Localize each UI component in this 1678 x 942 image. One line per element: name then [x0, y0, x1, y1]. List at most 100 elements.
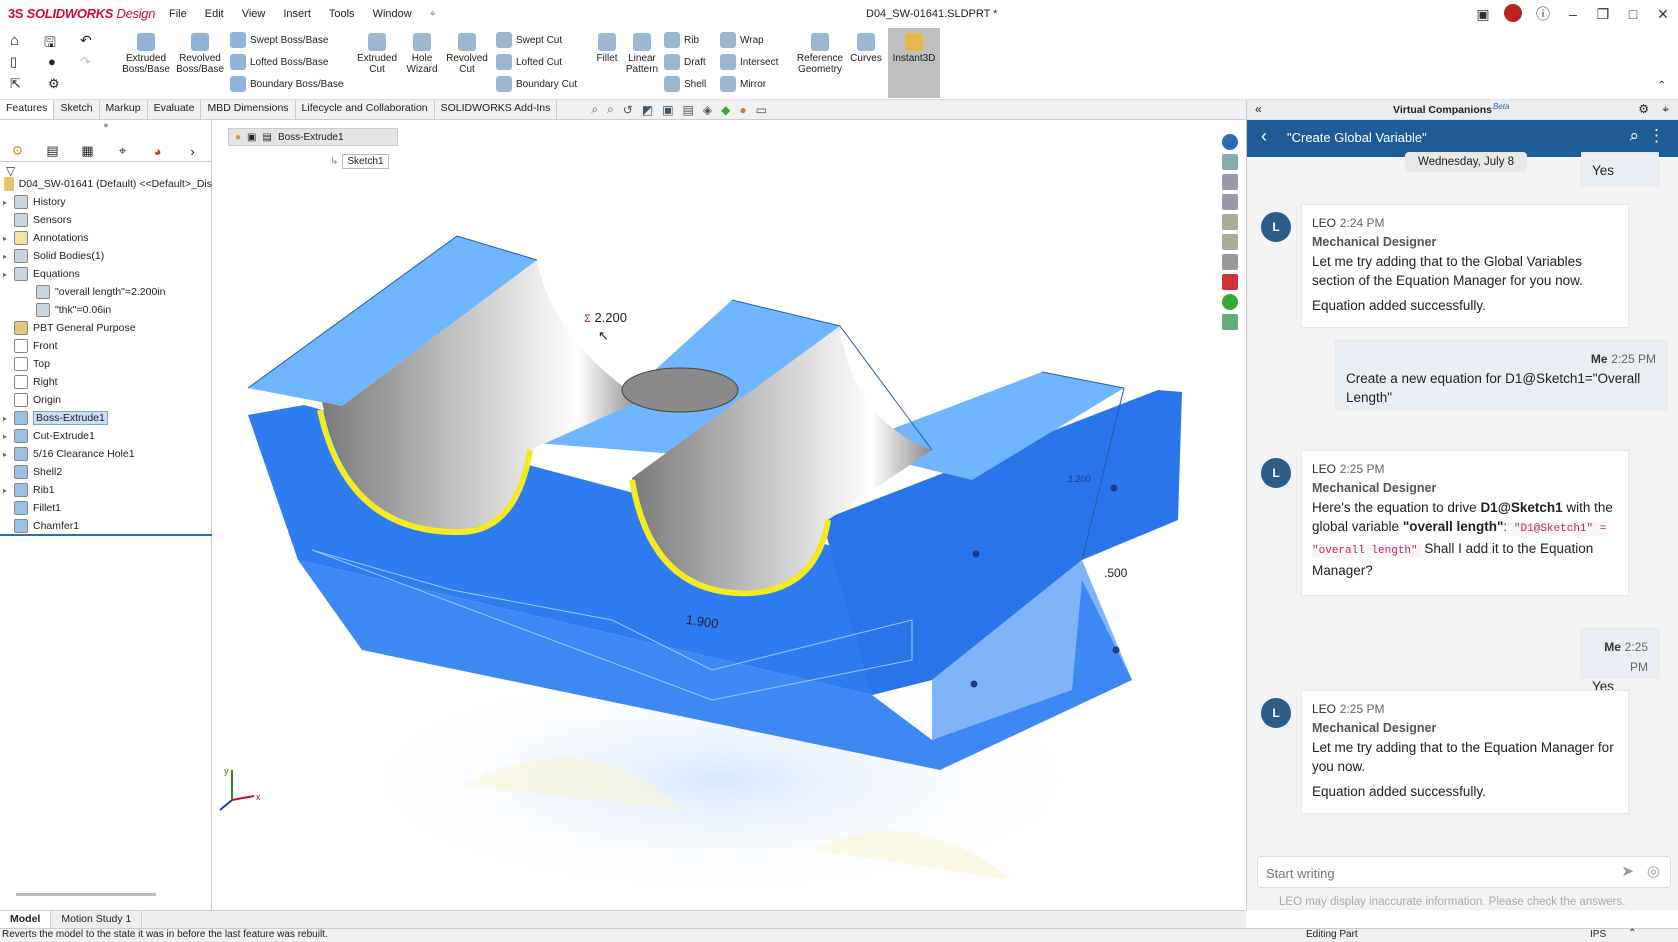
appearance-scene-icon[interactable] — [1222, 294, 1238, 310]
tree-item[interactable]: Shell2 — [0, 463, 212, 481]
rollback-bar[interactable] — [0, 534, 212, 536]
menu-tools[interactable]: Tools — [320, 8, 364, 21]
tree-item[interactable]: ▸ Cut-Extrude1 — [0, 427, 212, 445]
tab-addins[interactable]: SOLIDWORKS Add-Ins — [435, 100, 558, 119]
tab-motion-study[interactable]: Motion Study 1 — [51, 911, 143, 928]
fillet-button[interactable]: Fillet — [592, 33, 622, 64]
user-avatar[interactable] — [1498, 3, 1528, 25]
boundary-cut-button[interactable]: Boundary Cut — [496, 76, 577, 92]
language-globe-icon[interactable]: ◎ — [1647, 862, 1660, 880]
revolved-cut-button[interactable]: Revolved Cut — [442, 33, 492, 75]
tab-mbd-dimensions[interactable]: MBD Dimensions — [201, 100, 296, 119]
panel-pin-icon[interactable]: ⌖ — [1662, 102, 1669, 117]
collapse-panel-icon[interactable]: « — [1255, 102, 1262, 116]
expand-arrow-icon[interactable]: ▸ — [0, 432, 10, 441]
apply-scene-icon[interactable]: ● — [739, 103, 746, 117]
units-chevron-icon[interactable]: ⌃ — [1628, 928, 1636, 939]
back-arrow-icon[interactable]: ‹ — [1261, 126, 1267, 147]
view-settings-icon[interactable]: ▭ — [756, 103, 767, 117]
menu-view[interactable]: View — [233, 8, 275, 21]
expand-arrow-icon[interactable]: ▸ — [0, 252, 10, 261]
part-model-render[interactable] — [212, 120, 1246, 910]
curves-button[interactable]: Curves — [846, 33, 886, 64]
dimension-handle[interactable] — [1110, 484, 1118, 492]
expand-arrow-icon[interactable]: ▸ — [0, 270, 10, 279]
traffic-light-icon[interactable]: ● — [48, 54, 56, 69]
view-palette-icon[interactable] — [1222, 194, 1238, 210]
tree-item[interactable]: ▸ History — [0, 193, 212, 211]
graphics-area[interactable]: ● ▣ ▤ Boss-Extrude1 ↳ Sketch1 ▤ ▥ – ❐ ✕ — [212, 120, 1246, 910]
draft-button[interactable]: Draft — [664, 54, 706, 70]
tree-item[interactable]: Sensors — [0, 211, 212, 229]
expand-arrow-icon[interactable]: ▸ — [0, 198, 10, 207]
send-icon[interactable]: ➤ — [1621, 862, 1634, 880]
zoom-to-fit-icon[interactable]: ⌕ — [591, 102, 598, 117]
feature-manager-tab-icon[interactable]: ⚙ — [0, 140, 35, 162]
view-orientation-icon[interactable]: ▣ — [662, 103, 673, 117]
pin-icon[interactable]: ⌖ — [421, 8, 445, 21]
tree-item[interactable]: ▸ Equations — [0, 265, 212, 283]
extruded-boss-button[interactable]: Extruded Boss/Base — [118, 33, 174, 75]
options-gear-icon[interactable]: ⚙ — [48, 76, 60, 92]
horizontal-scrollbar[interactable] — [16, 893, 156, 896]
expand-arrow-icon[interactable]: › — [175, 140, 210, 162]
tab-model[interactable]: Model — [0, 911, 52, 928]
tab-evaluate[interactable]: Evaluate — [148, 100, 202, 119]
section-view-icon[interactable]: ◩ — [642, 103, 653, 117]
extruded-cut-button[interactable]: Extruded Cut — [352, 33, 402, 75]
expand-arrow-icon[interactable]: ▸ — [0, 486, 10, 495]
zoom-area-icon[interactable]: ⌕ — [607, 102, 614, 117]
tree-item[interactable]: Chamfer1 — [0, 517, 212, 535]
lofted-cut-button[interactable]: Lofted Cut — [496, 54, 562, 70]
tree-root-part[interactable]: D04_SW-01641 (Default) <<Default>_Dis — [0, 175, 212, 193]
minimize-icon[interactable]: – — [1558, 6, 1588, 22]
revolved-boss-button[interactable]: Revolved Boss/Base — [172, 33, 228, 75]
appearances-icon[interactable] — [1222, 234, 1238, 250]
rib-button[interactable]: Rib — [664, 32, 699, 48]
tree-item[interactable]: ▸ Solid Bodies(1) — [0, 247, 212, 265]
maximize-icon[interactable]: □ — [1618, 6, 1648, 22]
folder-icon[interactable] — [1222, 214, 1238, 230]
menu-file[interactable]: File — [160, 8, 196, 21]
tree-item[interactable]: ▸ 5/16 Clearance Hole1 — [0, 445, 212, 463]
tab-features[interactable]: Features — [0, 100, 55, 119]
tree-item[interactable]: ▸ Annotations — [0, 229, 212, 247]
units-selector[interactable]: IPS — [1590, 929, 1606, 940]
help-icon[interactable]: ⓘ — [1528, 4, 1558, 24]
menu-window[interactable]: Window — [364, 8, 421, 21]
expand-arrow-icon[interactable]: ▸ — [0, 414, 10, 423]
tab-lifecycle[interactable]: Lifecycle and Collaboration — [296, 100, 435, 119]
tree-item[interactable]: Right — [0, 373, 212, 391]
tree-item[interactable]: ▸ Rib1 — [0, 481, 212, 499]
dimension-small[interactable]: 1.200 — [1068, 474, 1091, 484]
collapse-ribbon-icon[interactable]: ⌃ — [1658, 80, 1666, 91]
dimxpert-tab-icon[interactable]: ⌖ — [105, 140, 140, 162]
configuration-manager-tab-icon[interactable]: ▦ — [70, 140, 105, 162]
tree-item[interactable]: Top — [0, 355, 212, 373]
panel-settings-icon[interactable]: ⚙ — [1638, 102, 1649, 116]
undo-icon[interactable]: ↶ — [80, 32, 92, 49]
tree-item[interactable]: ▸ Boss-Extrude1 — [0, 409, 212, 427]
edit-appearance-icon[interactable]: ◆ — [721, 103, 730, 117]
select-icon[interactable]: ⇱ — [10, 76, 21, 92]
menu-insert[interactable]: Insert — [274, 8, 320, 21]
file-explorer-icon[interactable] — [1222, 174, 1238, 190]
forum-icon[interactable] — [1222, 274, 1238, 290]
home-icon[interactable]: ⌂ — [10, 32, 19, 49]
restore-icon[interactable]: ❐ — [1588, 6, 1618, 23]
boundary-boss-button[interactable]: Boundary Boss/Base — [230, 76, 343, 92]
tree-item[interactable]: Fillet1 — [0, 499, 212, 517]
dimension-overall-length[interactable]: Σ 2.200 — [584, 310, 627, 325]
terminal-icon[interactable]: ▣ — [1468, 6, 1498, 23]
tree-item[interactable]: "overall length"=2.200in — [0, 283, 212, 301]
chat-input[interactable] — [1266, 863, 1566, 883]
mirror-button[interactable]: Mirror — [720, 76, 766, 92]
dimension-handle[interactable] — [970, 680, 978, 688]
custom-properties-icon[interactable] — [1222, 254, 1238, 270]
linear-pattern-button[interactable]: Linear Pattern — [622, 33, 662, 75]
hide-show-icon[interactable]: ◈ — [703, 103, 712, 117]
instant3d-button[interactable]: Instant3D — [888, 28, 940, 98]
tab-sketch[interactable]: Sketch — [54, 100, 100, 119]
dimension-height[interactable]: .500 — [1104, 566, 1127, 580]
tab-markup[interactable]: Markup — [100, 100, 148, 119]
